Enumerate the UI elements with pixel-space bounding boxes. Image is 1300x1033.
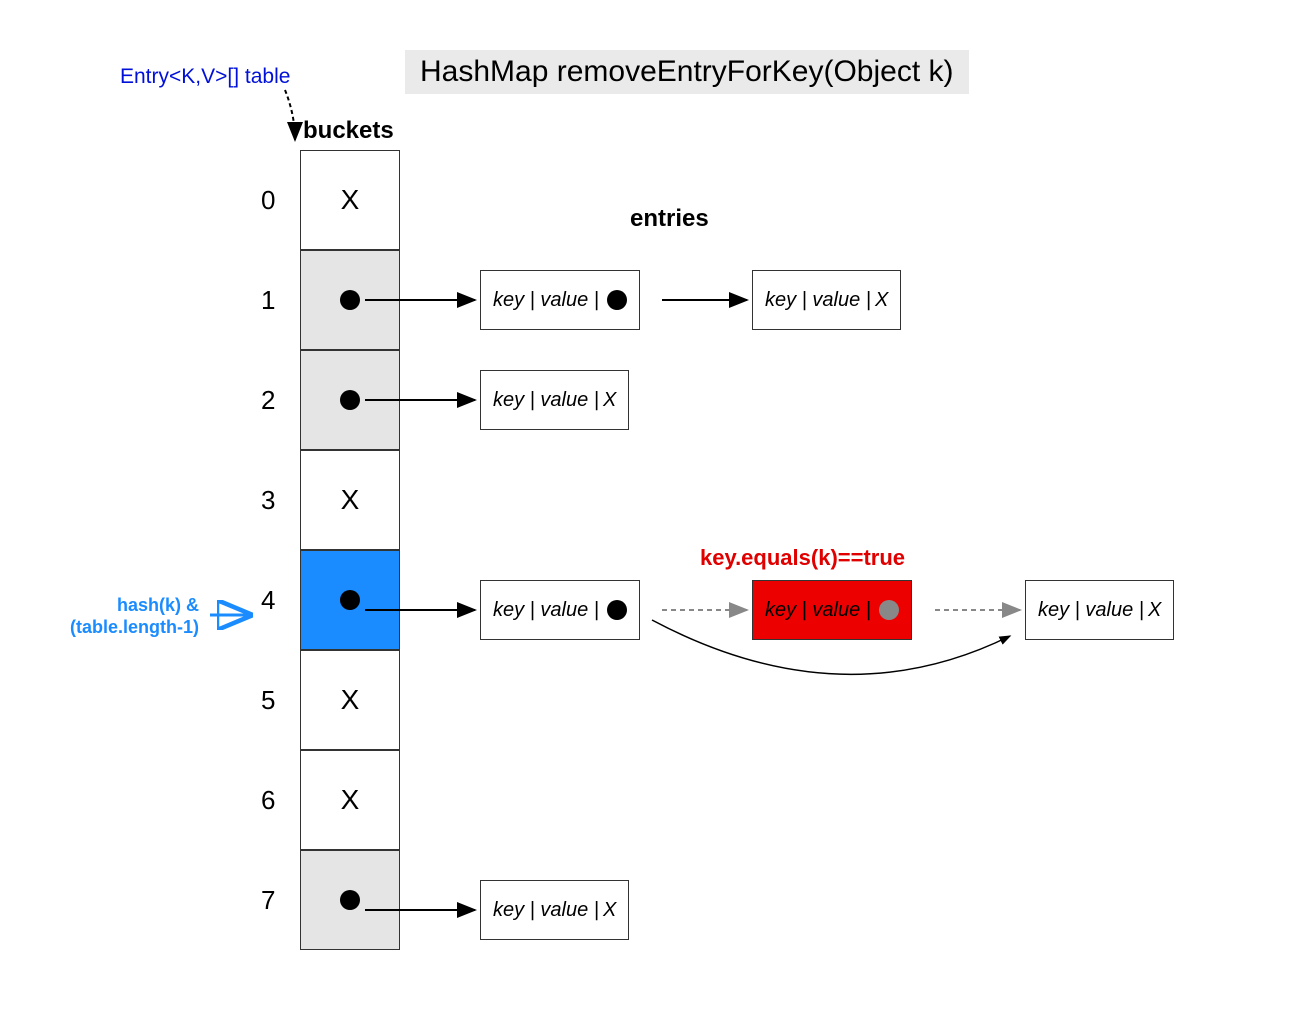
null-next: X xyxy=(1148,599,1161,622)
null-marker: X xyxy=(341,184,360,216)
null-next: X xyxy=(603,389,616,412)
bucket-index-3: 3 xyxy=(261,485,275,516)
entry-kv-text: key | value | xyxy=(493,289,599,312)
null-marker: X xyxy=(341,684,360,716)
bucket-index-2: 2 xyxy=(261,385,275,416)
table-pointer-arrow xyxy=(285,90,295,140)
null-marker: X xyxy=(341,484,360,516)
bucket-index-6: 6 xyxy=(261,785,275,816)
entry-row4-1: key | value | xyxy=(752,580,912,640)
bucket-3: 3X xyxy=(300,450,400,550)
table-label: Entry<K,V>[] table xyxy=(120,65,290,89)
null-next: X xyxy=(875,289,888,312)
bucket-index-1: 1 xyxy=(261,285,275,316)
entry-kv-text: key | value | xyxy=(765,289,871,312)
entry-row4-0: key | value | xyxy=(480,580,640,640)
diagram-container: HashMap removeEntryForKey(Object k) Entr… xyxy=(20,20,1280,1013)
bucket-6: 6X xyxy=(300,750,400,850)
pointer-dot xyxy=(340,390,360,410)
bucket-4: 4 xyxy=(300,550,400,650)
next-pointer-dot xyxy=(879,600,899,620)
hash-label-line1: hash(k) & xyxy=(117,595,199,615)
entry-kv-text: key | value | xyxy=(765,599,871,622)
buckets-label: buckets xyxy=(303,117,394,145)
pointer-dot xyxy=(340,290,360,310)
arrows-overlay xyxy=(20,20,1280,1013)
equals-label: key.equals(k)==true xyxy=(700,545,905,571)
entry-kv-text: key | value | xyxy=(493,599,599,622)
bucket-index-7: 7 xyxy=(261,885,275,916)
bucket-1: 1 xyxy=(300,250,400,350)
entry-row2-0: key | value | X xyxy=(480,370,629,430)
entry-row1-1: key | value | X xyxy=(752,270,901,330)
buckets-column: 0X123X45X6X7 xyxy=(300,150,400,950)
null-next: X xyxy=(603,899,616,922)
bucket-index-0: 0 xyxy=(261,185,275,216)
entries-label: entries xyxy=(630,205,709,233)
entry-row4-2: key | value | X xyxy=(1025,580,1174,640)
next-pointer-dot xyxy=(607,290,627,310)
pointer-dot xyxy=(340,590,360,610)
bucket-0: 0X xyxy=(300,150,400,250)
bucket-2: 2 xyxy=(300,350,400,450)
diagram-title: HashMap removeEntryForKey(Object k) xyxy=(405,50,969,94)
entry-kv-text: key | value | xyxy=(493,899,599,922)
hash-label: hash(k) & (table.length-1) xyxy=(70,595,199,638)
entry-row1-0: key | value | xyxy=(480,270,640,330)
entry-row7-0: key | value | X xyxy=(480,880,629,940)
entry-kv-text: key | value | xyxy=(493,389,599,412)
bucket-index-5: 5 xyxy=(261,685,275,716)
bucket-index-4: 4 xyxy=(261,585,275,616)
next-pointer-dot xyxy=(607,600,627,620)
hash-label-line2: (table.length-1) xyxy=(70,617,199,637)
pointer-dot xyxy=(340,890,360,910)
bucket-7: 7 xyxy=(300,850,400,950)
null-marker: X xyxy=(341,784,360,816)
bucket-5: 5X xyxy=(300,650,400,750)
entry-kv-text: key | value | xyxy=(1038,599,1144,622)
